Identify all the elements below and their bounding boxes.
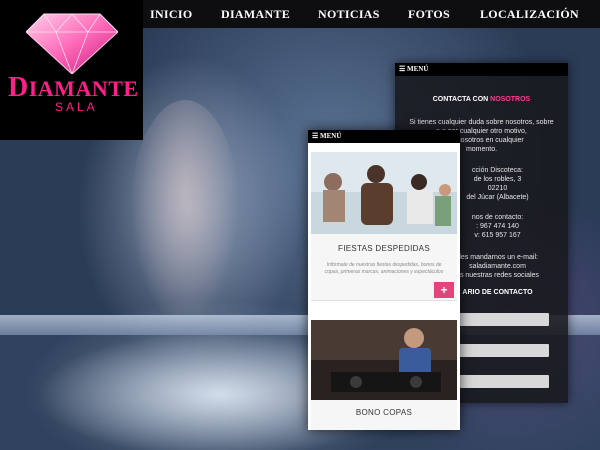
- site-logo[interactable]: DIAMANTE SALA: [0, 0, 143, 140]
- nav-noticias[interactable]: NOTICIAS: [318, 7, 380, 22]
- contact-email-field[interactable]: [457, 344, 549, 357]
- services-panel: ☰ MENÚ FIESTAS DESPEDIDAS Infórmate de n…: [308, 130, 460, 430]
- diamond-icon: [26, 13, 118, 74]
- nav-localizacion[interactable]: LOCALIZACIÓN: [480, 7, 579, 22]
- card-bono-copas[interactable]: BONO COPAS: [311, 320, 457, 430]
- card-description: Infórmate de nuestras fiestas despedidas…: [324, 262, 444, 275]
- logo-sub-text: SALA: [55, 100, 98, 114]
- hero-dancer-image: [130, 100, 240, 330]
- nav-diamante[interactable]: DIAMANTE: [221, 7, 290, 22]
- expand-plus-button[interactable]: +: [434, 282, 454, 298]
- party-photo: [311, 152, 457, 234]
- contact-title: CONTACTA CON NOSOTROS: [432, 96, 531, 103]
- contact-message-field[interactable]: [457, 375, 549, 388]
- contact-menu-bar[interactable]: ☰ MENÚ: [395, 63, 568, 76]
- dj-photo: [311, 320, 457, 400]
- card-title: FIESTAS DESPEDIDAS: [338, 244, 430, 253]
- contact-name-field[interactable]: [457, 313, 549, 326]
- nav-fotos[interactable]: FOTOS: [408, 7, 450, 22]
- services-menu-bar[interactable]: ☰ MENÚ: [308, 130, 460, 143]
- nav-inicio[interactable]: INICIO: [150, 7, 192, 22]
- card-fiestas-despedidas[interactable]: FIESTAS DESPEDIDAS Infórmate de nuestras…: [311, 152, 457, 301]
- card-title: BONO COPAS: [355, 408, 413, 417]
